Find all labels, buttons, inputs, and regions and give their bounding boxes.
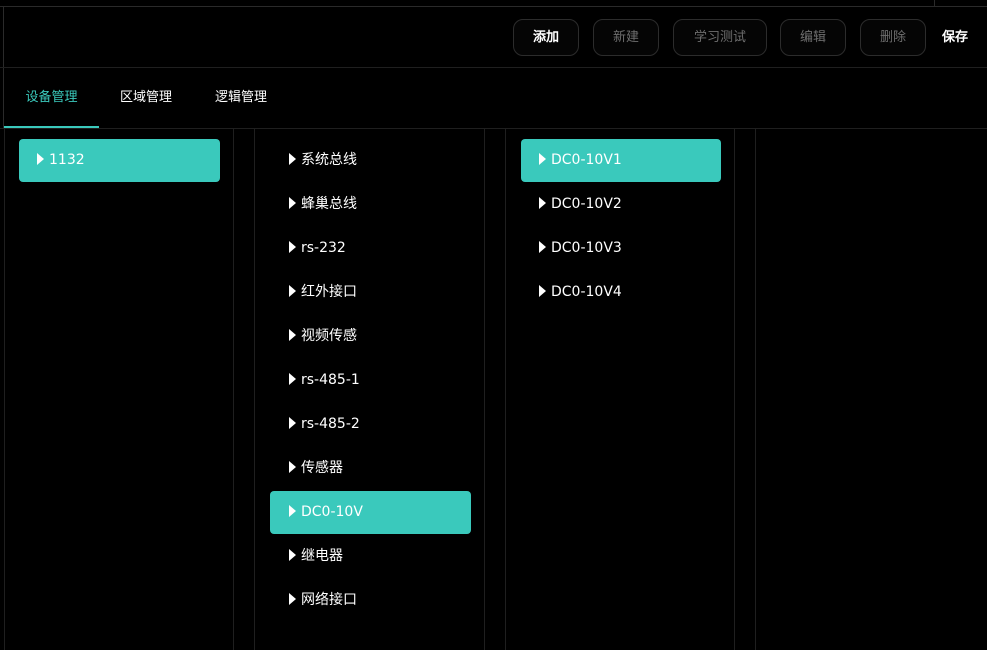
device-column: 1132 xyxy=(4,129,234,650)
top-strip xyxy=(0,0,987,7)
interface-item-rs-232[interactable]: rs-232 xyxy=(270,227,471,270)
interface-item-rs-485-1[interactable]: rs-485-1 xyxy=(270,359,471,402)
caret-right-icon xyxy=(289,241,296,253)
detail-column xyxy=(755,129,987,650)
device-item-1132[interactable]: 1132 xyxy=(19,139,220,182)
interface-item-label: rs-485-1 xyxy=(301,372,360,388)
caret-right-icon xyxy=(289,549,296,561)
caret-right-icon xyxy=(289,505,296,517)
channel-item-label: DC0-10V3 xyxy=(551,240,622,256)
caret-right-icon xyxy=(289,593,296,605)
caret-right-icon xyxy=(289,197,296,209)
caret-right-icon xyxy=(289,461,296,473)
caret-right-icon xyxy=(539,153,546,165)
interface-item-hive-bus[interactable]: 蜂巢总线 xyxy=(270,183,471,226)
interface-item-network[interactable]: 网络接口 xyxy=(270,579,471,622)
interface-item-video-sensor[interactable]: 视频传感 xyxy=(270,315,471,358)
active-tab-indicator xyxy=(4,126,99,128)
channel-item-dc0-10v2[interactable]: DC0-10V2 xyxy=(521,183,721,226)
channel-item-label: DC0-10V2 xyxy=(551,196,622,212)
channel-item-dc0-10v3[interactable]: DC0-10V3 xyxy=(521,227,721,270)
interface-item-system-bus[interactable]: 系统总线 xyxy=(270,139,471,182)
interface-item-sensor[interactable]: 传感器 xyxy=(270,447,471,490)
interface-item-label: 网络接口 xyxy=(301,592,357,608)
channel-item-label: DC0-10V4 xyxy=(551,284,622,300)
tab-device-management[interactable]: 设备管理 xyxy=(4,68,99,128)
channel-item-dc0-10v4[interactable]: DC0-10V4 xyxy=(521,271,721,314)
tab-bar: 设备管理 区域管理 逻辑管理 xyxy=(0,68,987,129)
device-item-label: 1132 xyxy=(49,152,85,168)
caret-right-icon xyxy=(37,153,44,165)
channel-item-label: DC0-10V1 xyxy=(551,152,622,168)
interface-item-relay[interactable]: 继电器 xyxy=(270,535,471,578)
caret-right-icon xyxy=(289,285,296,297)
interface-item-dc0-10v[interactable]: DC0-10V xyxy=(270,491,471,534)
caret-right-icon xyxy=(539,197,546,209)
interface-item-label: rs-485-2 xyxy=(301,416,360,432)
caret-right-icon xyxy=(289,329,296,341)
tab-logic-management[interactable]: 逻辑管理 xyxy=(206,68,276,128)
channel-column: DC0-10V1 DC0-10V2 DC0-10V3 DC0-10V4 xyxy=(505,129,735,650)
top-strip-divider xyxy=(934,0,935,7)
interface-item-label: 系统总线 xyxy=(301,152,357,168)
delete-button[interactable]: 删除 xyxy=(860,19,926,56)
caret-right-icon xyxy=(539,241,546,253)
caret-right-icon xyxy=(539,285,546,297)
interface-item-label: rs-232 xyxy=(301,240,346,256)
caret-right-icon xyxy=(289,153,296,165)
interface-item-rs-485-2[interactable]: rs-485-2 xyxy=(270,403,471,446)
interface-item-label: 继电器 xyxy=(301,548,343,564)
interface-item-label: 视频传感 xyxy=(301,328,357,344)
edit-button[interactable]: 编辑 xyxy=(780,19,846,56)
interface-item-infrared[interactable]: 红外接口 xyxy=(270,271,471,314)
new-button[interactable]: 新建 xyxy=(593,19,659,56)
learn-test-button[interactable]: 学习测试 xyxy=(673,19,767,56)
caret-right-icon xyxy=(289,373,296,385)
interface-item-label: 传感器 xyxy=(301,460,343,476)
interface-column: 系统总线 蜂巢总线 rs-232 红外接口 视频传感 rs-485-1 rs-4… xyxy=(254,129,485,650)
interface-item-label: DC0-10V xyxy=(301,504,363,520)
channel-item-dc0-10v1[interactable]: DC0-10V1 xyxy=(521,139,721,182)
interface-item-label: 蜂巢总线 xyxy=(301,196,357,212)
toolbar: 添加 新建 学习测试 编辑 删除 保存 xyxy=(0,7,987,68)
tab-area-management[interactable]: 区域管理 xyxy=(113,68,179,128)
add-button[interactable]: 添加 xyxy=(513,19,579,56)
save-button[interactable]: 保存 xyxy=(942,19,968,56)
caret-right-icon xyxy=(289,417,296,429)
interface-item-label: 红外接口 xyxy=(301,284,357,300)
